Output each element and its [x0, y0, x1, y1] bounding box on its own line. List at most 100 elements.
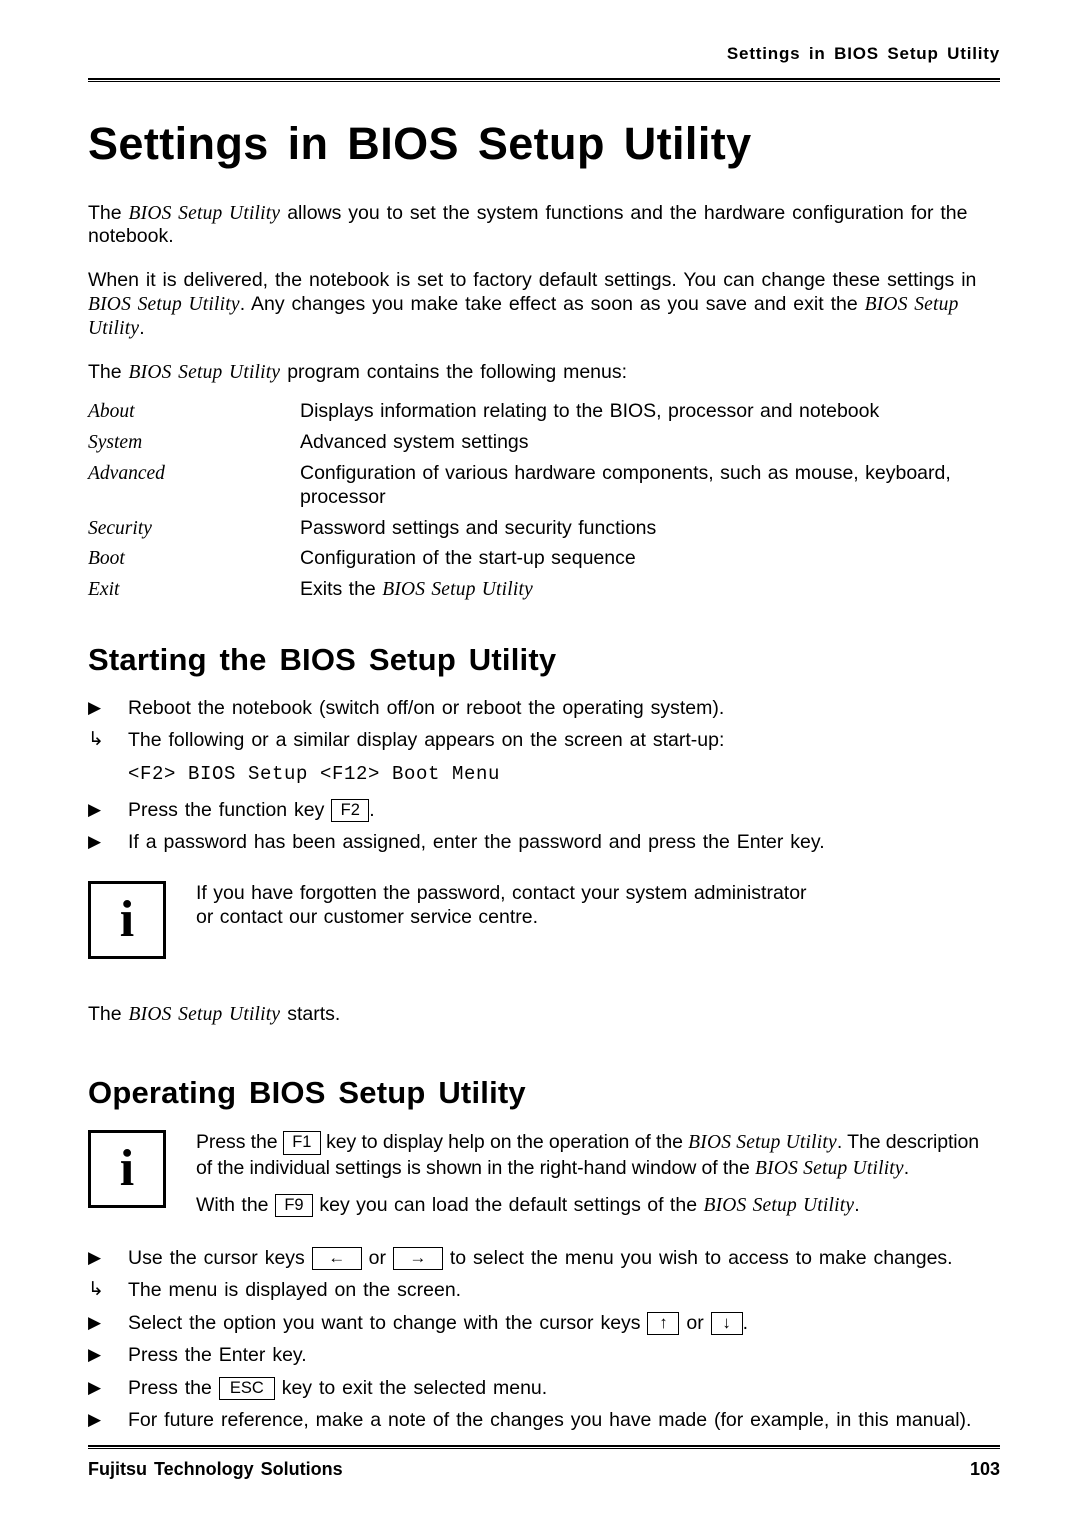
- header-rule: [88, 78, 1000, 82]
- intro-paragraph-1: The BIOS Setup Utility allows you to set…: [88, 202, 1000, 250]
- note1-text-b: key to display help on the operation of …: [320, 1131, 689, 1154]
- note1-term-1: BIOS Setup Utility: [688, 1132, 837, 1154]
- table-row: System Advanced system settings: [88, 431, 1000, 462]
- starting-steps-list-continued: ▶ Press the function key F2. ▶ If a pass…: [88, 798, 1000, 855]
- menu-desc-boot: Configuration of the start-up sequence: [300, 547, 636, 570]
- step-text: Reboot the notebook (switch off/on or re…: [128, 696, 725, 719]
- step-text-b: or: [679, 1311, 711, 1334]
- intro-p3-text-a: The: [88, 360, 129, 383]
- section-heading-starting: Starting the BIOS Setup Utility: [88, 641, 557, 677]
- step-text-b: key to exit the selected menu.: [274, 1376, 548, 1399]
- starting-steps-list: ▶ Reboot the notebook (switch off/on or …: [88, 697, 1000, 753]
- list-item: ↳ The menu is displayed on the screen.: [88, 1279, 1000, 1302]
- key-arrow-up: ↑: [647, 1311, 680, 1336]
- footer-company: Fujitsu Technology Solutions: [88, 1459, 343, 1479]
- key-f2: F2: [331, 798, 370, 822]
- hook-arrow-icon: ↳: [88, 729, 104, 751]
- key-f9: F9: [274, 1194, 313, 1218]
- hook-arrow-icon: ↳: [88, 1279, 104, 1301]
- step-text-a: Press the function key: [128, 798, 332, 821]
- key-arrow-right: →: [392, 1246, 443, 1271]
- list-item: ▶ Reboot the notebook (switch off/on or …: [88, 697, 1000, 720]
- menu-desc-exit: Exits the BIOS Setup Utility: [300, 578, 1000, 609]
- step-text: The menu is displayed on the screen.: [128, 1279, 462, 1302]
- intro-paragraph-2: When it is delivered, the notebook is se…: [88, 269, 1000, 340]
- menu-term-boot: Boot: [88, 548, 125, 570]
- step-text-b: .: [369, 798, 375, 821]
- key-arrow-left: ←: [311, 1246, 362, 1271]
- note1-text-d: .: [903, 1156, 910, 1179]
- info-note-line-1: If you have forgotten the password, cont…: [196, 881, 807, 904]
- list-item: ▶ For future reference, make a note of t…: [88, 1409, 1000, 1432]
- intro-p3-term: BIOS Setup Utility: [128, 361, 281, 383]
- menu-desc-exit-a: Exits the: [300, 578, 383, 601]
- page-content: Settings in BIOS Setup Utility The BIOS …: [88, 120, 1000, 1442]
- intro-p2-text-b: . Any changes you make take effect as so…: [239, 293, 865, 316]
- list-item: ↳ The following or a similar display app…: [88, 729, 1000, 752]
- step-text: The following or a similar display appea…: [128, 729, 725, 752]
- note2-term: BIOS Setup Utility: [703, 1195, 855, 1217]
- triangle-bullet-icon: ▶: [88, 697, 102, 717]
- note2-text-c: .: [854, 1194, 860, 1217]
- list-item: ▶ Use the cursor keys ← or → to select t…: [88, 1246, 1000, 1271]
- triangle-bullet-icon: ▶: [88, 1312, 102, 1332]
- starts-term: BIOS Setup Utility: [128, 1003, 281, 1025]
- intro-p1-text-a: The: [88, 201, 129, 224]
- running-header: Settings in BIOS Setup Utility: [726, 44, 1000, 63]
- starts-text-b: starts.: [280, 1002, 341, 1025]
- table-row: Security Password settings and security …: [88, 517, 1000, 548]
- list-item: ▶ Press the Enter key.: [88, 1344, 1000, 1367]
- table-row: Boot Configuration of the start-up seque…: [88, 547, 1000, 578]
- info-note-operating: i Press the F1 key to display help on th…: [88, 1130, 1000, 1218]
- boot-prompt-code: <F2> BIOS Setup <F12> Boot Menu: [128, 762, 501, 785]
- bios-menu-list: About Displays information relating to t…: [88, 400, 1000, 608]
- footer-rule: [88, 1445, 1000, 1449]
- footer-page-number: 103: [969, 1459, 1000, 1479]
- intro-p2-text-a: When it is delivered, the notebook is se…: [88, 269, 977, 292]
- note1-term-2: BIOS Setup Utility: [755, 1157, 904, 1179]
- info-note-text: If you have forgotten the password, cont…: [196, 881, 1000, 930]
- key-f1: F1: [282, 1131, 321, 1155]
- triangle-bullet-icon: ▶: [88, 1345, 102, 1365]
- triangle-bullet-icon: ▶: [88, 832, 102, 852]
- triangle-bullet-icon: ▶: [88, 1410, 102, 1430]
- step-text-b: or: [361, 1246, 393, 1269]
- info-icon: i: [88, 1130, 166, 1209]
- section-heading-operating: Operating BIOS Setup Utility: [88, 1075, 526, 1111]
- triangle-bullet-icon: ▶: [88, 799, 102, 819]
- step-text-a: Press the: [128, 1376, 219, 1399]
- menu-term-advanced: Advanced: [88, 462, 165, 484]
- intro-paragraph-3: The BIOS Setup Utility program contains …: [88, 361, 1000, 385]
- menu-desc-exit-term: BIOS Setup Utility: [382, 579, 533, 601]
- menu-desc-security: Password settings and security functions: [300, 516, 657, 539]
- starts-text-a: The: [88, 1002, 129, 1025]
- menu-term-about: About: [88, 401, 135, 423]
- note2-text-b: key you can load the default settings of…: [312, 1194, 704, 1217]
- menu-term-security: Security: [88, 517, 152, 539]
- intro-p2-text-c: .: [139, 316, 145, 339]
- list-item: ▶ Press the function key F2.: [88, 798, 1000, 822]
- menu-desc-system: Advanced system settings: [300, 431, 529, 454]
- info-note-defaults-text: With the F9 key you can load the default…: [196, 1193, 1000, 1218]
- menu-term-exit: Exit: [88, 579, 120, 601]
- menu-desc-about: Displays information relating to the BIO…: [300, 400, 880, 423]
- list-item: ▶ Press the ESC key to exit the selected…: [88, 1376, 1000, 1400]
- note1-text-a: Press the: [196, 1131, 283, 1154]
- step-text: For future reference, make a note of the…: [128, 1409, 972, 1432]
- page-title: Settings in BIOS Setup Utility: [88, 118, 752, 169]
- operating-steps-list: ▶ Use the cursor keys ← or → to select t…: [88, 1246, 1000, 1433]
- info-i-glyph: i: [119, 1140, 135, 1198]
- step-text: If a password has been assigned, enter t…: [128, 831, 825, 854]
- menu-term-system: System: [88, 432, 143, 454]
- step-text-a: Select the option you want to change wit…: [128, 1311, 648, 1334]
- table-row: About Displays information relating to t…: [88, 400, 1000, 431]
- table-row: Advanced Configuration of various hardwa…: [88, 462, 1000, 517]
- table-row: Exit Exits the BIOS Setup Utility: [88, 578, 1000, 609]
- menu-desc-advanced: Configuration of various hardware compon…: [300, 461, 951, 508]
- triangle-bullet-icon: ▶: [88, 1247, 102, 1267]
- key-esc: ESC: [218, 1376, 275, 1400]
- step-text-c: .: [742, 1311, 749, 1334]
- list-item: ▶ If a password has been assigned, enter…: [88, 831, 1000, 854]
- step-text-c: to select the menu you wish to access to…: [442, 1246, 953, 1269]
- key-arrow-down: ↓: [710, 1311, 743, 1336]
